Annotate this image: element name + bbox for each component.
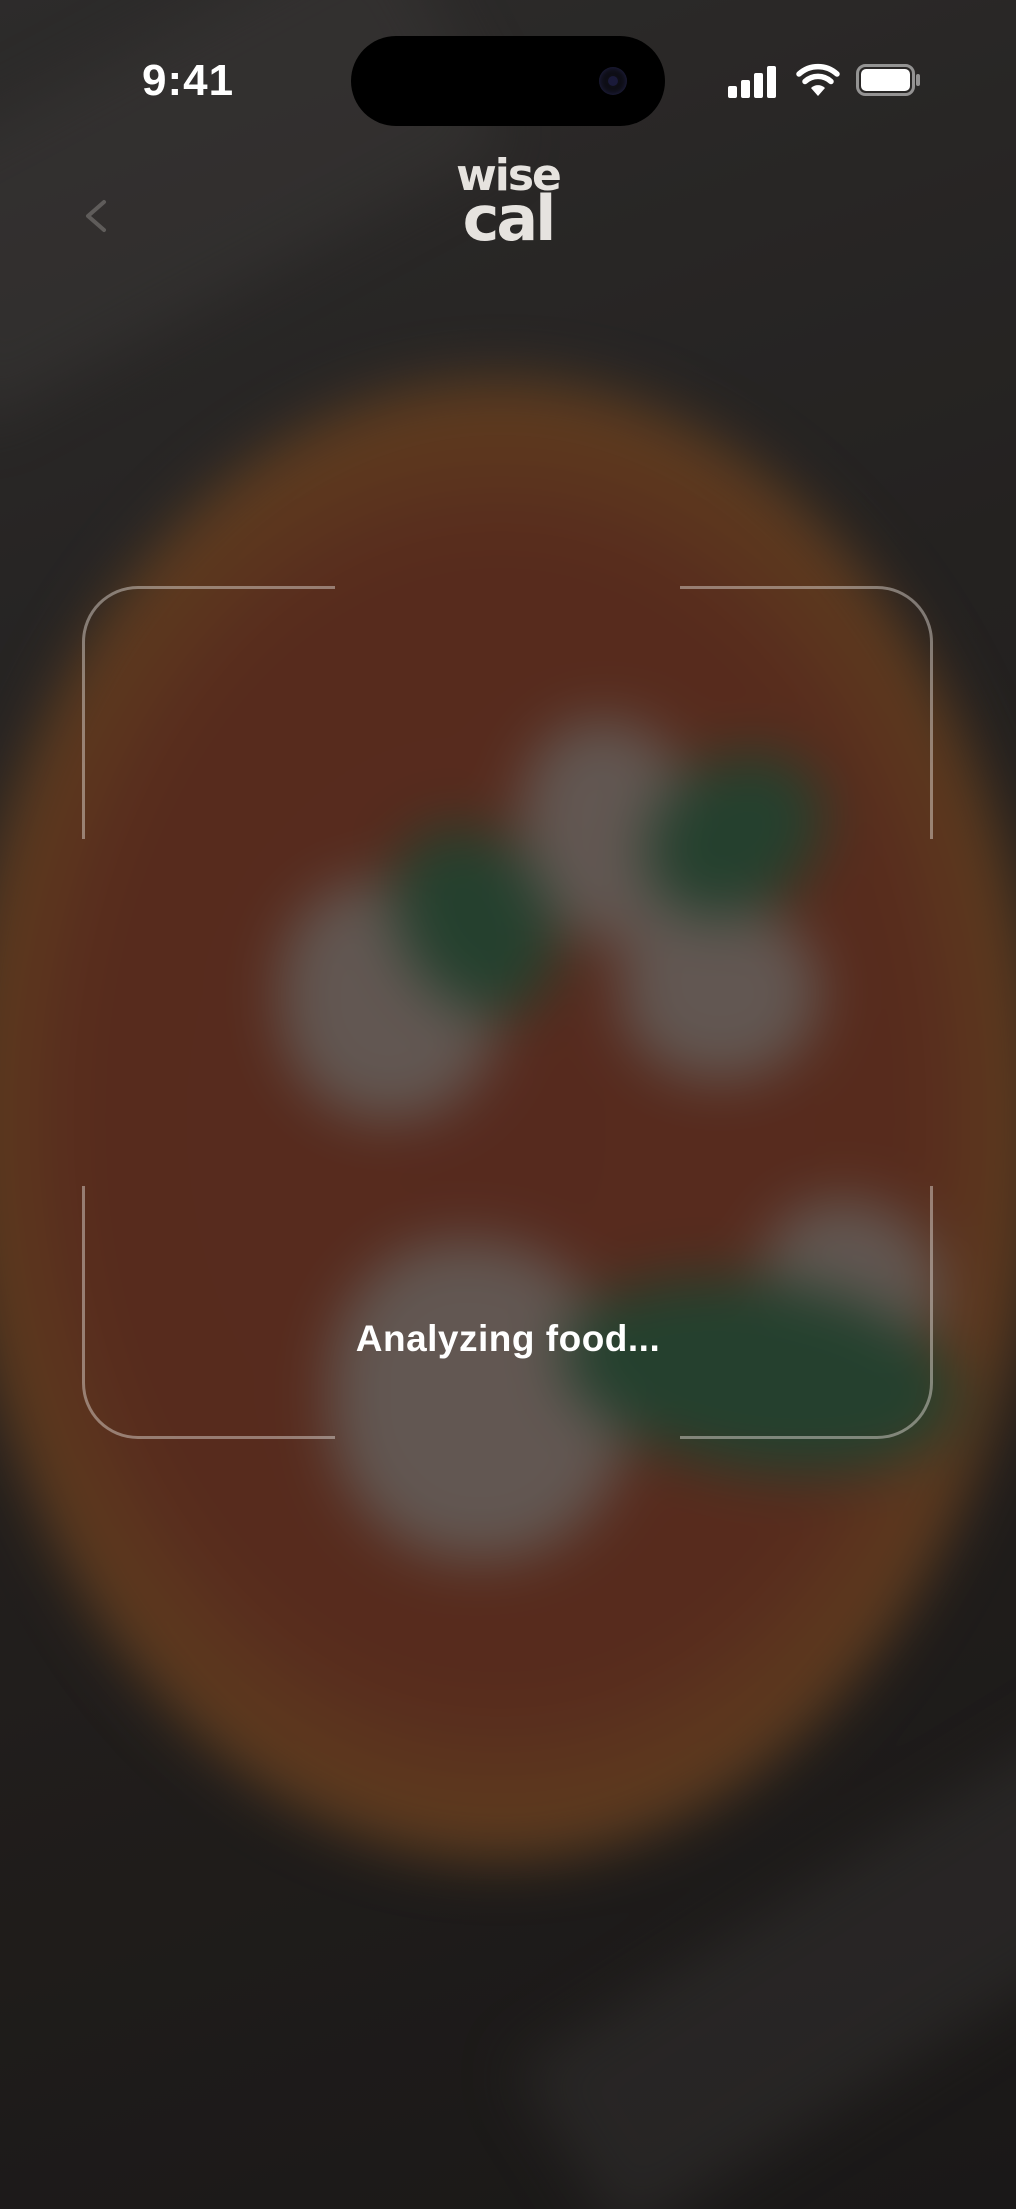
dynamic-island [351, 36, 665, 126]
logo-line-2: cal [462, 182, 557, 256]
battery-icon [856, 64, 922, 96]
back-button[interactable] [68, 188, 124, 244]
status-time: 9:41 [142, 56, 235, 105]
front-camera-icon [599, 67, 627, 95]
scan-frame-corner-top-right [680, 586, 933, 839]
analyzing-status-text: Analyzing food... [355, 1318, 661, 1359]
food-scan-screen: 9:41 wise cal Analyzing food... [0, 0, 1016, 2209]
wisecal-logo: wise cal [448, 153, 568, 258]
wifi-icon [796, 62, 840, 98]
scan-frame-corner-top-left [82, 586, 335, 839]
cellular-signal-icon [728, 64, 778, 98]
status-bar: 9:41 [0, 0, 1016, 160]
scan-frame-corner-bottom-right [680, 1186, 933, 1439]
scan-frame-corner-bottom-left [82, 1186, 335, 1439]
chevron-left-icon [86, 200, 106, 232]
dim-overlay [0, 0, 1016, 2209]
